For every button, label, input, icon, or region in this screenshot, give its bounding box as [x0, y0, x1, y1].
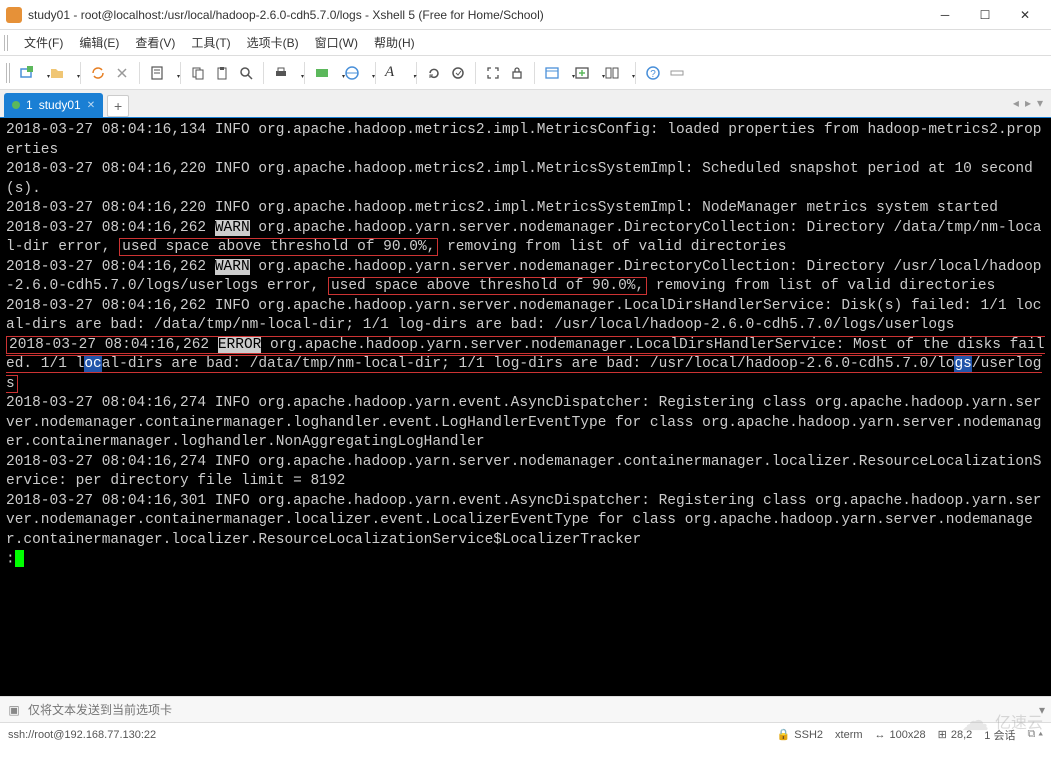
tabbar: 1 study01 ✕ + ◂ ▸ ▾ — [0, 90, 1051, 118]
error-badge: ERROR — [218, 337, 262, 353]
menu-window[interactable]: 窗口(W) — [309, 32, 364, 53]
properties-button[interactable]: ▾ — [146, 62, 174, 84]
reconnect-button[interactable] — [87, 62, 109, 84]
fullscreen-button[interactable] — [482, 62, 504, 84]
layout-button[interactable]: ▾ — [541, 62, 569, 84]
tab-menu-icon[interactable]: ▾ — [1035, 94, 1045, 112]
log-line: 2018-03-27 08:04:16,262 INFO org.apache.… — [6, 298, 1041, 334]
log-line: 2018-03-27 08:04:16,274 INFO org.apache.… — [6, 454, 1041, 490]
paste-button[interactable] — [211, 62, 233, 84]
watermark-text: 亿速云 — [995, 709, 1043, 733]
watermark: ☁ 亿速云 — [961, 704, 1043, 737]
grip-icon — [4, 35, 10, 51]
copy-button[interactable] — [187, 62, 209, 84]
highlight-box: 2018-03-27 08:04:16,262 ERROR org.apache… — [6, 336, 1045, 393]
svg-text:?: ? — [650, 69, 656, 80]
warn-badge: WARN — [215, 220, 250, 236]
window-title: study01 - root@localhost:/usr/local/hado… — [28, 8, 925, 22]
tab-nav: ◂ ▸ ▾ — [1011, 94, 1045, 112]
log-line: 2018-03-27 08:04:16,262 — [6, 259, 215, 275]
inputbar: ▣ ▾ — [0, 696, 1051, 722]
close-button[interactable]: ✕ — [1005, 3, 1045, 27]
text-selection: gs — [954, 356, 971, 372]
lock-button[interactable] — [506, 62, 528, 84]
font-button[interactable]: A▾ — [382, 62, 410, 84]
menu-tab[interactable]: 选项卡(B) — [241, 32, 305, 53]
log-line: 2018-03-27 08:04:16,301 INFO org.apache.… — [6, 493, 1041, 548]
tab-index: 1 — [26, 98, 33, 112]
disconnect-button[interactable] — [111, 62, 133, 84]
highlight-box: used space above threshold of 90.0%, — [328, 277, 647, 295]
menu-edit[interactable]: 编辑(E) — [73, 32, 125, 53]
menubar: 文件(F) 编辑(E) 查看(V) 工具(T) 选项卡(B) 窗口(W) 帮助(… — [0, 30, 1051, 56]
new-session-button[interactable]: ▾ — [16, 62, 44, 84]
cloud-icon: ☁ — [961, 704, 989, 737]
help-button[interactable]: ? — [642, 62, 664, 84]
text-selection: oc — [84, 356, 101, 372]
toolbar: ▾ ▾ ▾ ▾ ▾ ▾ A▾ ▾ ▾ ▾ ? — [0, 56, 1051, 90]
connection-status: ssh://root@192.168.77.130:22 — [8, 729, 156, 741]
xftp-button[interactable]: ▾ — [311, 62, 339, 84]
titlebar: study01 - root@localhost:/usr/local/hado… — [0, 0, 1051, 30]
send-all-toggle[interactable]: ▣ — [6, 702, 22, 718]
cursor-icon — [15, 550, 24, 567]
add-tab-button[interactable]: + — [107, 95, 129, 117]
terminal-type: xterm — [835, 729, 863, 741]
highlight-box: used space above threshold of 90.0%, — [119, 238, 438, 256]
terminal[interactable]: 2018-03-27 08:04:16,134 INFO org.apache.… — [0, 118, 1051, 696]
grip-icon — [6, 63, 12, 83]
menu-file[interactable]: 文件(F) — [18, 32, 69, 53]
statusbar: ssh://root@192.168.77.130:22 🔒 SSH2 xter… — [0, 722, 1051, 746]
tunnel-button[interactable] — [666, 62, 688, 84]
close-tab-icon[interactable]: ✕ — [87, 100, 95, 111]
tab-label: study01 — [39, 98, 81, 112]
find-button[interactable] — [235, 62, 257, 84]
session-tab[interactable]: 1 study01 ✕ — [4, 93, 103, 117]
ssh-status: 🔒 SSH2 — [777, 728, 823, 741]
open-button[interactable]: ▾ — [46, 62, 74, 84]
warn-badge: WARN — [215, 259, 250, 275]
refresh-button[interactable] — [423, 62, 445, 84]
tab-prev-icon[interactable]: ◂ — [1011, 94, 1021, 112]
menu-tools[interactable]: 工具(T) — [185, 32, 236, 53]
app-icon — [6, 7, 22, 23]
log-line: 2018-03-27 08:04:16,262 — [6, 220, 215, 236]
connected-icon — [12, 101, 20, 109]
print-button[interactable]: ▾ — [270, 62, 298, 84]
script-button[interactable] — [447, 62, 469, 84]
minimize-button[interactable]: ─ — [925, 3, 965, 27]
tab-next-icon[interactable]: ▸ — [1023, 94, 1033, 112]
menu-help[interactable]: 帮助(H) — [368, 32, 421, 53]
command-input[interactable] — [28, 703, 1033, 717]
log-line: 2018-03-27 08:04:16,274 INFO org.apache.… — [6, 395, 1041, 450]
terminal-size: ↔ 100x28 — [875, 729, 926, 741]
log-line: 2018-03-27 08:04:16,220 INFO org.apache.… — [6, 161, 1033, 197]
browser-button[interactable]: ▾ — [341, 62, 369, 84]
maximize-button[interactable]: ☐ — [965, 3, 1005, 27]
tile-button[interactable]: ▾ — [601, 62, 629, 84]
prompt: : — [6, 551, 15, 567]
menu-view[interactable]: 查看(V) — [129, 32, 181, 53]
new-tab-button[interactable]: ▾ — [571, 62, 599, 84]
log-line: 2018-03-27 08:04:16,134 INFO org.apache.… — [6, 122, 1041, 158]
log-line: 2018-03-27 08:04:16,220 INFO org.apache.… — [6, 200, 998, 216]
